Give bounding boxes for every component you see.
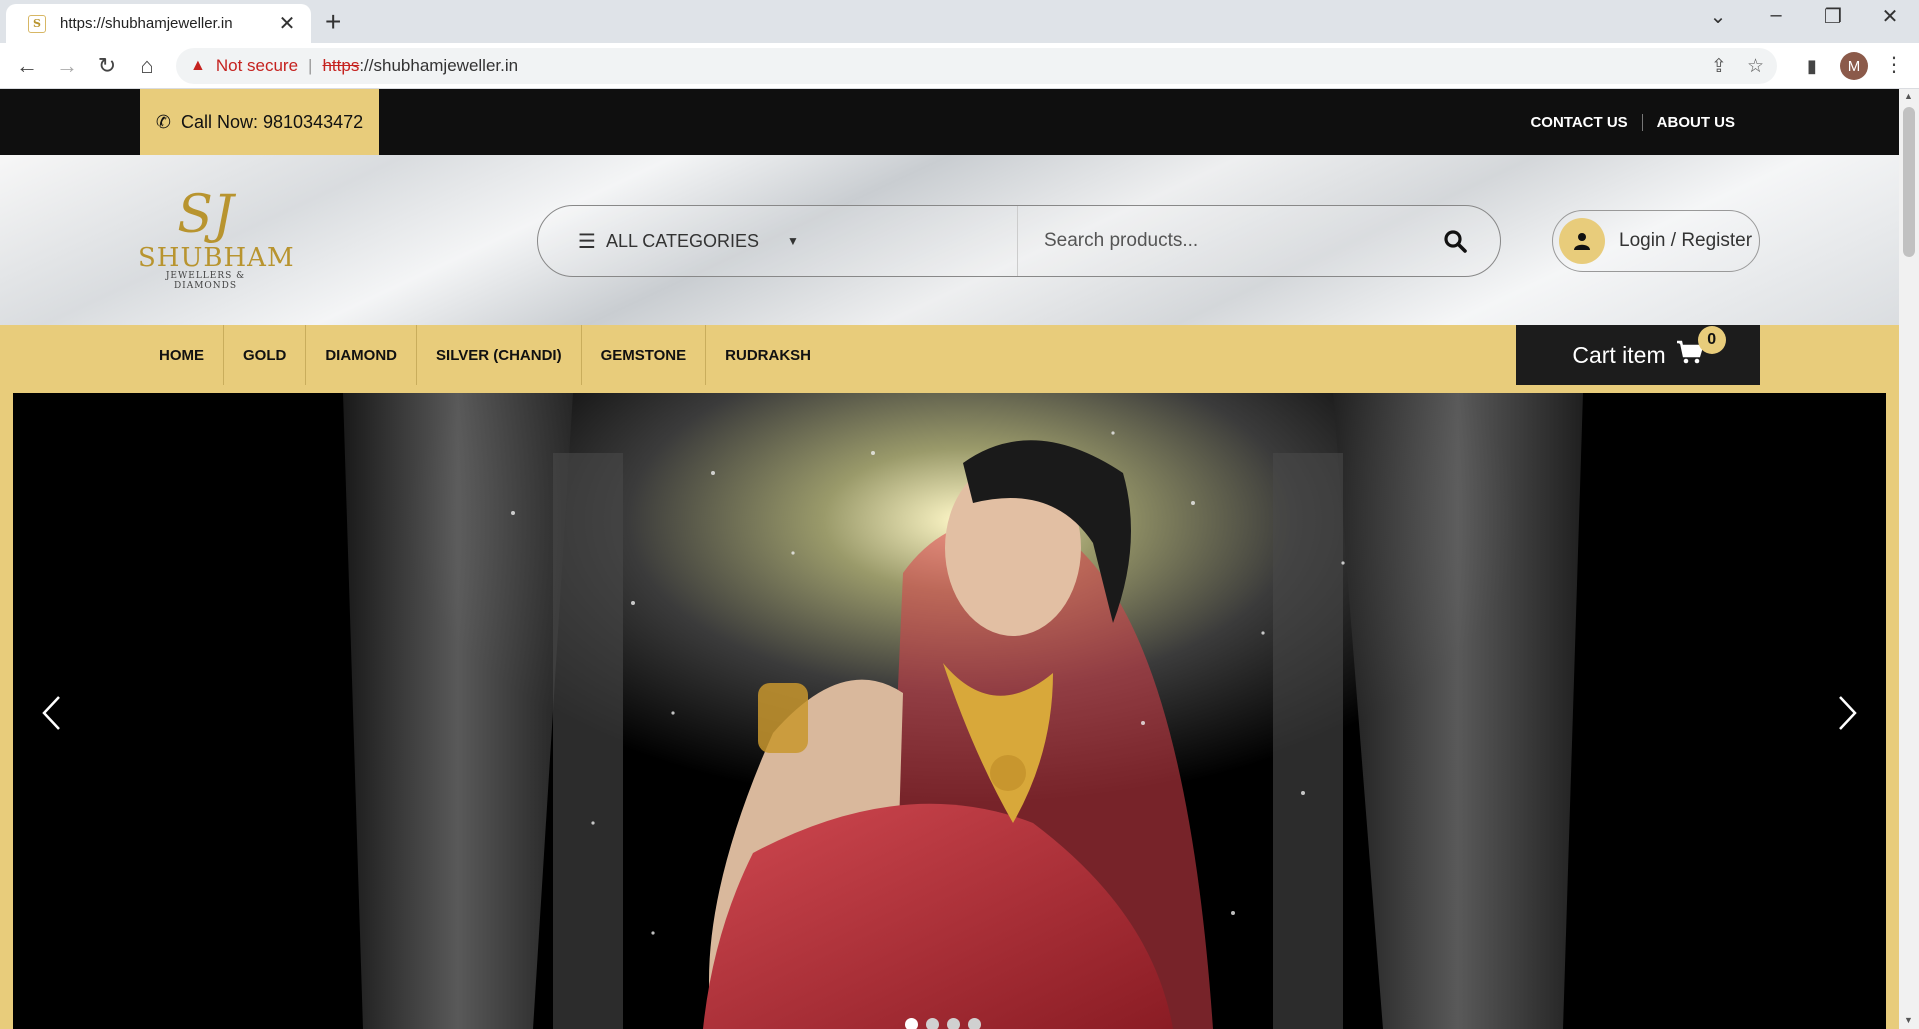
scroll-down-icon[interactable]: ▼ [1904,1015,1913,1025]
slider-dot[interactable] [926,1018,939,1029]
cart-icon: 0 [1676,326,1726,370]
minimize-button[interactable]: – [1748,4,1804,27]
hero-slider [13,393,1886,1029]
browser-tab[interactable]: S https://shubhamjeweller.in ✕ [6,4,311,43]
search-button[interactable] [1410,206,1500,276]
nav-silver[interactable]: SILVER (CHANDI) [417,325,582,385]
top-links: CONTACT US ABOUT US [1516,89,1749,155]
browser-menu-icon[interactable]: ⋮ [1884,52,1904,77]
favicon-icon: S [28,14,46,33]
next-slide-button[interactable] [1828,683,1868,743]
forward-icon[interactable]: → [52,51,82,81]
restore-button[interactable]: ❐ [1805,4,1861,29]
slider-dot[interactable] [905,1018,918,1029]
site-logo[interactable]: SJ SHUBHAM JEWELLERS & DIAMONDS [138,185,295,295]
category-dropdown[interactable]: ☰ ALL CATEGORIES ▼ [538,206,1018,276]
logo-tagline: JEWELLERS & DIAMONDS [165,271,246,291]
nav-diamond[interactable]: DIAMOND [306,325,418,385]
share-icon[interactable]: ⇪ [1711,48,1727,84]
phone-number: 9810343472 [263,111,364,132]
nav-gemstone[interactable]: GEMSTONE [582,325,707,385]
logo-name: SHUBHAM [138,243,295,273]
omnibox-divider: | [308,56,313,75]
url-text: ://shubhamjeweller.in [359,56,519,75]
scroll-up-icon[interactable]: ▲ [1904,91,1913,101]
login-label: Login / Register [1619,230,1753,251]
cart-button[interactable]: Cart item 0 [1516,325,1760,385]
chevron-left-icon [42,696,60,730]
warning-icon: ▲ [190,57,206,74]
cart-count-badge: 0 [1697,326,1726,354]
scroll-thumb[interactable] [1903,107,1915,257]
menu-icon: ☰ [578,230,596,253]
search-input[interactable] [1018,206,1410,276]
about-us-link[interactable]: ABOUT US [1641,113,1749,131]
bookmark-star-icon[interactable]: ☆ [1747,48,1764,84]
call-label: Call Now: [180,111,258,132]
logo-mark: SJ [177,185,234,245]
back-icon[interactable]: ← [12,51,42,81]
side-panel-icon[interactable]: ▮ [1797,51,1827,81]
user-icon [1559,218,1605,264]
tab-search-icon[interactable]: ⌄ [1690,4,1746,29]
profile-avatar[interactable]: M [1840,52,1868,80]
nav-home[interactable]: HOME [140,325,224,385]
contact-us-link[interactable]: CONTACT US [1516,114,1641,131]
address-bar[interactable]: ▲ Not secure | https://shubhamjeweller.i… [176,48,1777,84]
slider-dot[interactable] [968,1018,981,1029]
close-tab-icon[interactable]: ✕ [277,11,297,36]
reload-icon[interactable]: ↻ [92,51,122,81]
close-window-button[interactable]: ✕ [1862,4,1918,29]
top-bar: ✆ Call Now: 9810343472 CONTACT US ABOUT … [0,89,1899,155]
page-scrollbar[interactable]: ▲ ▼ [1899,89,1919,1029]
browser-tabstrip: S https://shubhamjeweller.in ✕ + ⌄ – ❐ ✕ [0,0,1919,43]
chevron-right-icon [1839,696,1857,730]
hero-banner-image [13,393,1886,1029]
phone-icon: ✆ [155,111,171,132]
security-label[interactable]: Not secure [216,56,298,76]
category-label: ALL CATEGORIES [605,230,759,251]
search-bar: ☰ ALL CATEGORIES ▼ [537,205,1501,277]
call-now[interactable]: ✆ Call Now: 9810343472 [140,89,379,155]
nav-rudraksh[interactable]: RUDRAKSH [706,325,830,385]
tab-title: https://shubhamjeweller.in [60,15,233,32]
web-page: ✆ Call Now: 9810343472 CONTACT US ABOUT … [0,89,1899,1029]
hero-slider-frame [0,385,1899,1029]
site-header: SJ SHUBHAM JEWELLERS & DIAMONDS ☰ ALL CA… [0,155,1899,325]
nav-items: HOME GOLD DIAMOND SILVER (CHANDI) GEMSTO… [140,325,830,385]
search-icon [1444,230,1467,253]
prev-slide-button[interactable] [31,683,71,743]
home-icon[interactable]: ⌂ [132,51,162,81]
slider-dot[interactable] [947,1018,960,1029]
slider-dots [905,1018,981,1029]
cart-label: Cart item [1572,341,1666,368]
new-tab-button[interactable]: + [325,6,341,38]
url-scheme: https [322,56,360,75]
browser-toolbar: ← → ↻ ⌂ ▲ Not secure | https://shubhamje… [0,43,1919,89]
login-register-button[interactable]: Login / Register [1552,210,1760,272]
nav-gold[interactable]: GOLD [224,325,307,385]
caret-down-icon: ▼ [786,234,799,248]
